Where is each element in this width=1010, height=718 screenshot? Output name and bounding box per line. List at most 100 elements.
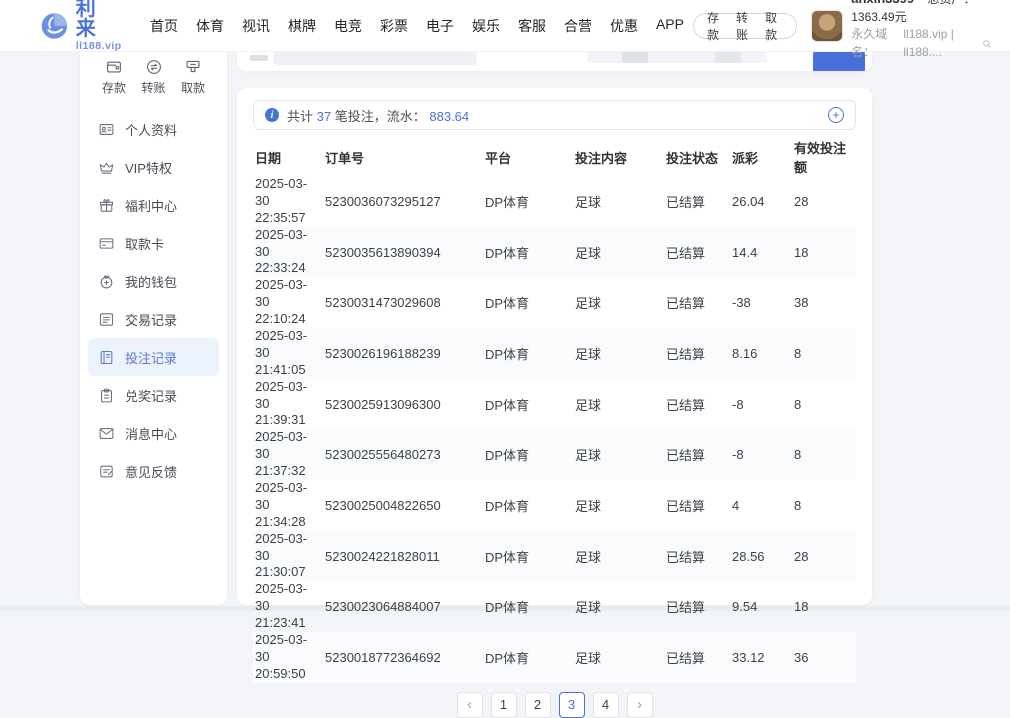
nav-item-sports[interactable]: 体育 bbox=[187, 16, 233, 36]
assets-value: 1363.49元 bbox=[851, 10, 906, 24]
brand-logo[interactable]: 利 来 ll188.vip bbox=[40, 0, 127, 52]
quick-transfer-button[interactable]: 转账 bbox=[135, 58, 173, 96]
assets-label: 总资产： bbox=[927, 0, 975, 6]
nav-item-chess[interactable]: 棋牌 bbox=[279, 16, 325, 36]
date-range-input[interactable] bbox=[273, 51, 477, 65]
bet-date: 2025-03-3021:30:07 bbox=[253, 531, 323, 582]
nav-item-promotions[interactable]: 优惠 bbox=[601, 16, 647, 36]
col-order: 订单号 bbox=[323, 138, 483, 176]
nav-item-app[interactable]: APP bbox=[647, 16, 693, 36]
user-info[interactable]: anxin3399 总资产： 1363.49元 永久域名： ll188.vip … bbox=[811, 0, 992, 61]
withdraw-link[interactable]: 取款 bbox=[765, 9, 783, 43]
order-number: 5230025556480273 bbox=[323, 429, 483, 480]
nav-item-customer-service[interactable]: 客服 bbox=[509, 16, 555, 36]
prev-page-button[interactable]: ‹ bbox=[457, 692, 483, 718]
order-number: 5230025004822650 bbox=[323, 480, 483, 531]
gift-icon bbox=[98, 197, 115, 214]
bet-status: 已结算 bbox=[664, 581, 730, 632]
expand-icon[interactable]: + bbox=[828, 107, 844, 123]
filter-label bbox=[250, 55, 268, 61]
user-avatar[interactable] bbox=[811, 10, 843, 42]
table-row: 2025-03-3021:37:325230025556480273DP体育足球… bbox=[253, 429, 856, 480]
crown-icon bbox=[98, 159, 115, 176]
transfer-link[interactable]: 转账 bbox=[736, 9, 754, 43]
bet-date: 2025-03-3021:23:41 bbox=[253, 581, 323, 632]
order-number: 5230026196188239 bbox=[323, 328, 483, 379]
nav-item-entertainment[interactable]: 娱乐 bbox=[463, 16, 509, 36]
platform: DP体育 bbox=[483, 632, 573, 683]
transaction-list-icon bbox=[98, 311, 115, 328]
clipboard-icon bbox=[98, 387, 115, 404]
table-row: 2025-03-3022:35:575230036073295127DP体育足球… bbox=[253, 176, 856, 227]
nav-item-live-video[interactable]: 视讯 bbox=[233, 16, 279, 36]
sidebar-item-message-center[interactable]: 消息中心 bbox=[88, 414, 219, 452]
bet-date: 2025-03-3022:10:24 bbox=[253, 277, 323, 328]
turnover-value: 883.64 bbox=[429, 109, 469, 124]
search-icon[interactable] bbox=[982, 38, 992, 50]
sidebar-item-transactions[interactable]: 交易记录 bbox=[88, 300, 219, 338]
nav-item-home[interactable]: 首页 bbox=[141, 16, 187, 36]
sidebar-item-label: 意见反馈 bbox=[125, 462, 177, 481]
platform: DP体育 bbox=[483, 429, 573, 480]
sidebar-item-vip[interactable]: VIP特权 bbox=[88, 148, 219, 186]
platform: DP体育 bbox=[483, 176, 573, 227]
bet-date: 2025-03-3021:37:32 bbox=[253, 429, 323, 480]
valid-bet-amount: 18 bbox=[792, 581, 856, 632]
bet-content: 足球 bbox=[573, 429, 664, 480]
platform: DP体育 bbox=[483, 277, 573, 328]
sidebar-item-label: 个人资料 bbox=[125, 120, 177, 139]
sidebar-item-welfare[interactable]: 福利中心 bbox=[88, 186, 219, 224]
order-number: 5230031473029608 bbox=[323, 277, 483, 328]
next-page-button[interactable]: › bbox=[627, 692, 653, 718]
bet-date: 2025-03-3022:33:24 bbox=[253, 227, 323, 278]
quick-deposit-button[interactable]: 存款 bbox=[95, 58, 133, 96]
valid-bet-amount: 28 bbox=[792, 531, 856, 582]
bet-date: 2025-03-3021:39:31 bbox=[253, 379, 323, 430]
wallet-pill: 存款 转账 取款 bbox=[693, 13, 797, 39]
payout: -38 bbox=[730, 277, 792, 328]
bet-date: 2025-03-3021:34:28 bbox=[253, 480, 323, 531]
sidebar-item-bet-records[interactable]: 投注记录 bbox=[88, 338, 219, 376]
platform: DP体育 bbox=[483, 227, 573, 278]
sidebar-item-withdraw-card[interactable]: 取款卡 bbox=[88, 224, 219, 262]
pagination: ‹ 1 2 3 4 › bbox=[253, 692, 856, 718]
page-button-1[interactable]: 1 bbox=[491, 692, 517, 718]
nav-item-esports[interactable]: 电竞 bbox=[325, 16, 371, 36]
summary-prefix: 共计 bbox=[287, 109, 313, 124]
payout: -8 bbox=[730, 429, 792, 480]
sidebar-item-label: 交易记录 bbox=[125, 310, 177, 329]
nav-item-lottery[interactable]: 彩票 bbox=[371, 16, 417, 36]
col-content: 投注内容 bbox=[573, 138, 664, 176]
sidebar-item-label: 福利中心 bbox=[125, 196, 177, 215]
nav-item-slots[interactable]: 电子 bbox=[417, 16, 463, 36]
sidebar-item-label: 消息中心 bbox=[125, 424, 177, 443]
bet-content: 足球 bbox=[573, 277, 664, 328]
bet-status: 已结算 bbox=[664, 429, 730, 480]
quick-withdraw-button[interactable]: 取款 bbox=[174, 58, 212, 96]
bet-count: 37 bbox=[317, 109, 331, 124]
sidebar-item-feedback[interactable]: 意见反馈 bbox=[88, 452, 219, 490]
page-button-4[interactable]: 4 bbox=[593, 692, 619, 718]
sidebar-item-redeem-records[interactable]: 兑奖记录 bbox=[88, 376, 219, 414]
order-number: 5230025913096300 bbox=[323, 379, 483, 430]
sidebar-item-wallet[interactable]: 我的钱包 bbox=[88, 262, 219, 300]
summary-bar: i 共计 37 笔投注，流水： 883.64 + bbox=[253, 100, 856, 130]
page-content: 存款 转账 取款 个人资料 VIP特权 福利中心 bbox=[0, 45, 1010, 605]
nav-item-partnership[interactable]: 合营 bbox=[555, 16, 601, 36]
page-button-3-active[interactable]: 3 bbox=[559, 692, 585, 718]
order-number: 5230024221828011 bbox=[323, 531, 483, 582]
deposit-link[interactable]: 存款 bbox=[707, 9, 725, 43]
bet-status: 已结算 bbox=[664, 277, 730, 328]
bet-status: 已结算 bbox=[664, 227, 730, 278]
bet-content: 足球 bbox=[573, 328, 664, 379]
sidebar-item-profile[interactable]: 个人资料 bbox=[88, 110, 219, 148]
quick-withdraw-label: 取款 bbox=[174, 79, 212, 96]
page-button-2[interactable]: 2 bbox=[525, 692, 551, 718]
col-date: 日期 bbox=[253, 138, 323, 176]
col-payout: 派彩 bbox=[730, 138, 792, 176]
bet-date: 2025-03-3021:41:05 bbox=[253, 328, 323, 379]
payout: 14.4 bbox=[730, 227, 792, 278]
bet-date: 2025-03-3022:35:57 bbox=[253, 176, 323, 227]
table-row: 2025-03-3021:30:075230024221828011DP体育足球… bbox=[253, 531, 856, 582]
payout: 26.04 bbox=[730, 176, 792, 227]
